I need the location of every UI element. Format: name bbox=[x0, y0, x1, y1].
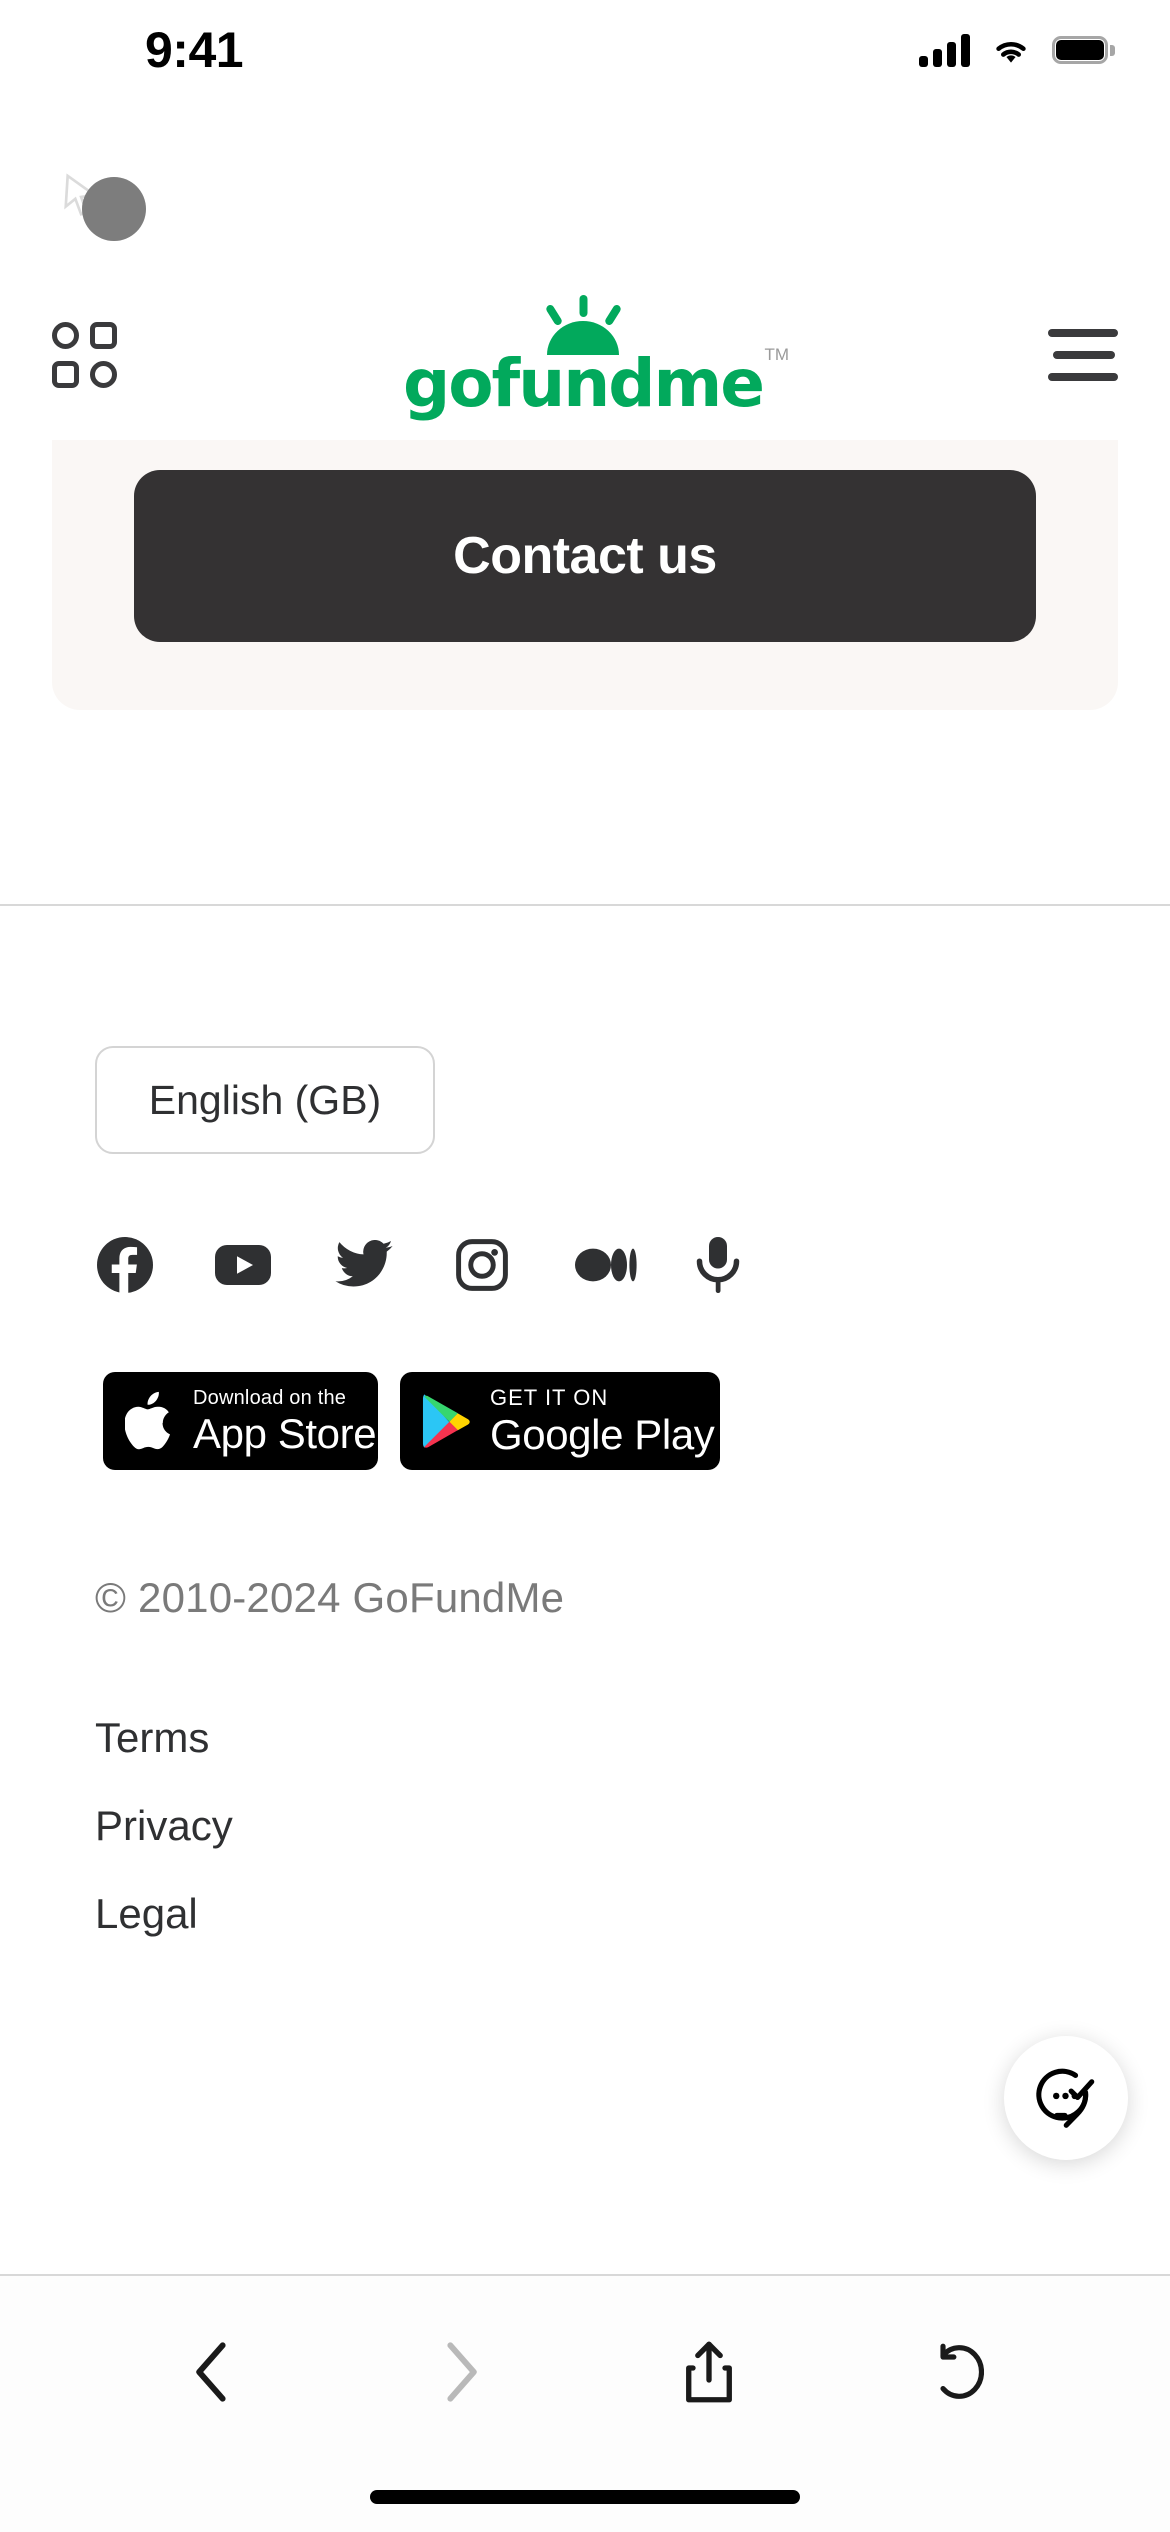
apple-logo-icon bbox=[125, 1391, 171, 1450]
share-up-icon bbox=[686, 2341, 733, 2403]
cellular-bars-icon bbox=[919, 33, 970, 67]
google-play-icon bbox=[422, 1394, 470, 1448]
instagram-icon[interactable] bbox=[455, 1232, 575, 1298]
google-play-badge[interactable]: GET IT ON Google Play bbox=[400, 1372, 720, 1470]
phone-screen: 9:41 gofundme TM Contact us English (GB)… bbox=[0, 0, 1170, 2532]
copyright-text: © 2010-2024 GoFundMe bbox=[95, 1574, 565, 1621]
footer-links: Terms Privacy Legal bbox=[95, 1694, 1170, 1958]
logo-wordmark: gofundme bbox=[402, 345, 765, 422]
google-play-small-text: GET IT ON bbox=[490, 1384, 609, 1410]
footer-divider bbox=[0, 904, 1170, 906]
chat-support-button[interactable] bbox=[1004, 2036, 1128, 2160]
twitter-icon[interactable] bbox=[335, 1232, 455, 1298]
browser-back-button[interactable] bbox=[164, 2324, 260, 2420]
battery-full-icon bbox=[1052, 36, 1115, 64]
social-links-row bbox=[95, 1232, 1170, 1298]
wifi-icon bbox=[996, 41, 1026, 63]
contact-us-button[interactable]: Contact us bbox=[134, 470, 1036, 642]
medium-icon[interactable] bbox=[575, 1232, 695, 1298]
chevron-left-icon bbox=[196, 2342, 226, 2402]
grid-apps-icon[interactable] bbox=[52, 322, 118, 388]
footer-link-legal[interactable]: Legal bbox=[95, 1870, 198, 1958]
google-play-big-text: Google Play bbox=[490, 1410, 715, 1458]
cursor-highlight-dot bbox=[82, 177, 146, 241]
app-store-big-text: App Store bbox=[193, 1409, 377, 1457]
site-footer: English (GB) Download on the App Store G… bbox=[0, 930, 1170, 1958]
language-selector[interactable]: English (GB) bbox=[95, 1046, 435, 1154]
status-bar: 9:41 bbox=[0, 0, 1170, 100]
status-bar-indicators bbox=[919, 33, 1115, 67]
chat-bubble-check-icon bbox=[1036, 2068, 1095, 2128]
browser-share-button[interactable] bbox=[661, 2324, 757, 2420]
reload-circular-arrow-icon bbox=[940, 2343, 984, 2399]
trademark-mark: TM bbox=[764, 345, 790, 364]
youtube-icon[interactable] bbox=[215, 1232, 335, 1298]
app-store-badges: Download on the App Store GET IT ON Goog… bbox=[103, 1372, 1170, 1470]
browser-toolbar bbox=[0, 2274, 1170, 2532]
home-indicator bbox=[370, 2490, 800, 2504]
app-store-badge[interactable]: Download on the App Store bbox=[103, 1372, 378, 1470]
footer-link-terms[interactable]: Terms bbox=[95, 1694, 209, 1782]
language-selector-label: English (GB) bbox=[148, 1076, 382, 1123]
hamburger-menu-icon[interactable] bbox=[1048, 329, 1118, 381]
browser-reload-button[interactable] bbox=[910, 2324, 1006, 2420]
contact-card: Contact us bbox=[52, 438, 1118, 710]
app-store-small-text: Download on the bbox=[193, 1386, 347, 1409]
gofundme-logo[interactable]: gofundme TM bbox=[402, 293, 789, 422]
facebook-icon[interactable] bbox=[95, 1232, 215, 1298]
chevron-right-icon bbox=[447, 2342, 477, 2402]
site-header: gofundme TM bbox=[0, 270, 1170, 440]
status-bar-time: 9:41 bbox=[145, 22, 244, 78]
footer-link-privacy[interactable]: Privacy bbox=[95, 1782, 233, 1870]
browser-forward-button[interactable] bbox=[413, 2324, 509, 2420]
microphone-icon[interactable] bbox=[695, 1232, 815, 1298]
